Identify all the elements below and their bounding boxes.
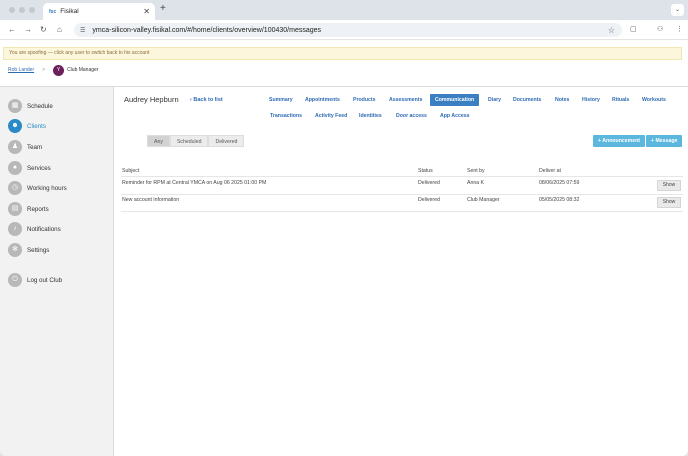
tab-workouts[interactable]: Workouts: [642, 94, 666, 106]
add-message-button[interactable]: + Message: [646, 135, 683, 147]
address-bar[interactable]: ☰ ymca-silicon-valley.fisikal.com/#/home…: [74, 23, 622, 37]
clock-icon: ◷: [8, 181, 22, 195]
show-button[interactable]: Show: [657, 197, 681, 208]
sidebar-item-notifications[interactable]: ♪ Notifications: [8, 222, 61, 236]
tab-rituals[interactable]: Rituals: [612, 94, 629, 106]
column-header-status: Status: [418, 168, 433, 174]
sidebar-item-working-hours[interactable]: ◷ Working hours: [8, 181, 67, 195]
breadcrumb-separator: >: [42, 67, 46, 73]
sidebar-item-label: Clients: [27, 122, 46, 130]
row-status: Delivered: [418, 197, 440, 203]
sidebar-item-schedule[interactable]: ▦ Schedule: [8, 99, 53, 113]
row-divider: [121, 194, 683, 195]
url-text: ymca-silicon-valley.fisikal.com/#/home/c…: [92, 26, 322, 34]
minimize-window-icon[interactable]: [19, 7, 25, 13]
client-name: Audrey Hepburn: [124, 95, 179, 104]
logout-icon: ⏻: [8, 273, 22, 287]
close-window-icon[interactable]: [9, 7, 15, 13]
services-icon: ●: [8, 161, 22, 175]
sidebar-item-team[interactable]: ♟ Team: [8, 140, 42, 154]
tab-notes[interactable]: Notes: [555, 94, 569, 106]
browser-window: fsc Fisikal ✕ + ⌄ ← → ↻ ⌂ ☰ ymca-silicon…: [0, 0, 688, 456]
column-header-deliver-at: Deliver at: [539, 168, 561, 174]
row-divider: [121, 211, 683, 212]
column-header-subject: Subject: [122, 168, 140, 174]
reload-icon[interactable]: ↻: [40, 25, 47, 35]
users-icon: ☻: [8, 119, 22, 133]
filter-delivered[interactable]: Delivered: [208, 135, 245, 147]
filter-any[interactable]: Any: [147, 135, 170, 147]
status-filter-group: Any Scheduled Delivered: [147, 135, 245, 147]
profile-icon[interactable]: ⚇: [657, 25, 663, 33]
sidebar-item-logout[interactable]: ⏻ Log out Club: [8, 273, 62, 287]
gear-icon: ✻: [8, 243, 22, 257]
row-subject: New account information: [122, 197, 180, 203]
calendar-icon: ▦: [8, 99, 22, 113]
sidebar-item-label: Team: [27, 143, 43, 151]
person-icon: ♟: [8, 140, 22, 154]
row-deliver-at: 05/05/2025 08:32: [539, 197, 580, 203]
sidebar-item-clients[interactable]: ☻ Clients: [8, 119, 46, 133]
row-status: Delivered: [418, 180, 440, 186]
sidebar: ▦ Schedule ☻ Clients ♟ Team ● Services ◷…: [0, 87, 114, 456]
column-header-sent-by: Sent by: [467, 168, 485, 174]
tab-app-access[interactable]: App Access: [440, 110, 470, 122]
bell-icon: ♪: [8, 222, 22, 236]
show-button[interactable]: Show: [657, 180, 681, 191]
breadcrumb-user-link[interactable]: Rob Lander: [8, 67, 34, 73]
row-sent-by: Club Manager: [467, 197, 500, 203]
tab-communication[interactable]: Communication: [430, 94, 480, 106]
back-to-list-link[interactable]: ‹ Back to list: [190, 97, 223, 103]
tab-transactions[interactable]: Transactions: [270, 110, 302, 122]
tab-assessments[interactable]: Assessments: [389, 94, 422, 106]
filter-scheduled[interactable]: Scheduled: [169, 135, 209, 147]
favicon-icon: fsc: [49, 8, 57, 15]
tab-identities[interactable]: Identities: [359, 110, 382, 122]
browser-toolbar: ← → ↻ ⌂ ☰ ymca-silicon-valley.fisikal.co…: [0, 20, 688, 40]
home-icon[interactable]: ⌂: [57, 25, 62, 35]
sidebar-item-label: Notifications: [27, 225, 61, 233]
sidebar-item-label: Settings: [27, 246, 50, 254]
sidebar-item-label: Schedule: [27, 102, 53, 110]
sidebar-item-label: Services: [27, 164, 51, 172]
tab-search-icon[interactable]: ⌄: [671, 4, 684, 16]
tab-diary[interactable]: Diary: [488, 94, 501, 106]
sidebar-item-services[interactable]: ● Services: [8, 161, 51, 175]
tab-door-access[interactable]: Door access: [396, 110, 427, 122]
more-menu-icon[interactable]: ⋮: [676, 25, 683, 33]
back-arrow-icon[interactable]: ←: [8, 25, 16, 35]
sidebar-item-reports[interactable]: ▤ Reports: [8, 202, 49, 216]
breadcrumb-club[interactable]: Club Manager: [67, 67, 98, 73]
row-sent-by: Anna K: [467, 180, 485, 186]
club-logo-icon: Y: [53, 64, 65, 76]
tab-products[interactable]: Products: [353, 94, 375, 106]
extensions-icon[interactable]: ▢: [630, 25, 637, 33]
spoof-banner[interactable]: You are spoofing — click any user to swi…: [3, 47, 682, 60]
tab-history[interactable]: History: [582, 94, 600, 106]
sidebar-item-label: Reports: [27, 205, 49, 213]
reports-icon: ▤: [8, 202, 22, 216]
breadcrumb: Rob Lander > Y Club Manager: [8, 64, 98, 76]
site-settings-icon[interactable]: ☰: [80, 27, 85, 34]
tab-title: Fisikal: [60, 8, 79, 15]
tab-documents[interactable]: Documents: [513, 94, 541, 106]
sidebar-item-label: Working hours: [27, 184, 67, 192]
forward-arrow-icon[interactable]: →: [24, 25, 32, 35]
sidebar-item-settings[interactable]: ✻ Settings: [8, 243, 49, 257]
table-header-divider: [121, 176, 683, 177]
tab-activity-feed[interactable]: Activity Feed: [315, 110, 347, 122]
row-deliver-at: 08/06/2025 07:59: [539, 180, 580, 186]
browser-tab[interactable]: fsc Fisikal ✕: [43, 3, 155, 20]
tab-appointments[interactable]: Appointments: [305, 94, 340, 106]
tab-strip: fsc Fisikal ✕ + ⌄: [0, 0, 688, 20]
back-label: Back to list: [193, 97, 223, 103]
row-subject: Reminder for RPM at Central YMCA on Aug …: [122, 180, 267, 186]
sidebar-item-label: Log out Club: [27, 276, 63, 284]
new-tab-icon[interactable]: +: [160, 3, 166, 14]
maximize-window-icon[interactable]: [29, 7, 35, 13]
close-tab-icon[interactable]: ✕: [143, 7, 150, 16]
add-announcement-button[interactable]: + Announcement: [593, 135, 646, 147]
bookmark-star-icon[interactable]: ☆: [608, 26, 615, 35]
tab-summary[interactable]: Summary: [269, 94, 293, 106]
